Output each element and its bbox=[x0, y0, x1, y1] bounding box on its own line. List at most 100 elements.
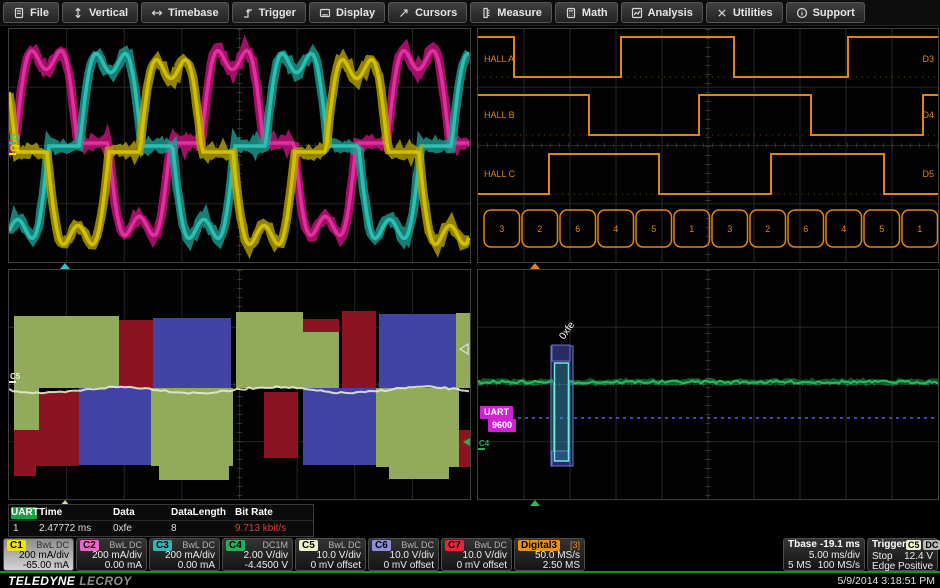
edge-label-c1: C1 bbox=[10, 144, 21, 153]
menu-analysis-button[interactable]: Analysis bbox=[621, 2, 703, 23]
menu-math-button[interactable]: Math bbox=[555, 2, 618, 23]
label-hall-c: HALL C bbox=[484, 169, 516, 179]
bus-value: 6 bbox=[575, 224, 580, 234]
cursors-icon bbox=[398, 7, 410, 19]
trigger-marker-top-left[interactable] bbox=[60, 263, 70, 269]
menu-cursors-button[interactable]: Cursors bbox=[388, 2, 467, 23]
uart-table-header: UART Time Data DataLength Bit Rate bbox=[9, 505, 313, 521]
trigger-marker-bottom-right[interactable] bbox=[530, 500, 540, 506]
menu-support-button[interactable]: Support bbox=[786, 2, 865, 23]
row-index: 1 bbox=[9, 523, 39, 534]
menu-utilities-button[interactable]: Utilities bbox=[706, 2, 783, 23]
trigger-coupling-badge: DC bbox=[923, 540, 940, 550]
pwm-block-g bbox=[159, 466, 229, 480]
channel-descriptor-c4[interactable]: C4DC1M2.00 V/div-4.4500 V bbox=[222, 538, 293, 571]
col-datalength: DataLength bbox=[171, 507, 235, 518]
channel-offset: 0 mV offset bbox=[372, 561, 434, 571]
row-bitrate: 9.713 kbit/s bbox=[235, 523, 313, 534]
bus-value: 1 bbox=[917, 224, 922, 234]
channel-descriptor-c7[interactable]: C7BwL DC10.0 V/div0 mV offset bbox=[441, 538, 512, 571]
pwm-block-b bbox=[303, 388, 376, 465]
uart-decode-table[interactable]: UART Time Data DataLength Bit Rate 1 2.4… bbox=[8, 504, 314, 537]
channel-offset: 0 mV offset bbox=[299, 561, 361, 571]
analog-currents-canvas: C3C1 bbox=[9, 29, 470, 262]
menu-bar: File Vertical TimebaseTrigger Display Cursor… bbox=[0, 0, 940, 26]
channel-offset: -65.00 mA bbox=[7, 561, 69, 571]
menu-label: File bbox=[30, 7, 49, 19]
label-hall-b: HALL B bbox=[484, 110, 515, 120]
bus-value: 4 bbox=[613, 224, 618, 234]
datetime-display: 5/9/2014 3:18:51 PM bbox=[838, 575, 936, 587]
trigger-icon bbox=[242, 7, 254, 19]
pwm-block-g bbox=[389, 467, 449, 479]
bus-value: 5 bbox=[651, 224, 656, 234]
grid-pwm-voltages[interactable]: C5 bbox=[8, 269, 471, 500]
utilities-icon bbox=[716, 7, 728, 19]
channel-offset: -4.4500 V bbox=[226, 561, 288, 571]
grid-uart-line[interactable]: 0xfe C4 UART 9600 bbox=[477, 269, 939, 500]
file-icon bbox=[13, 7, 25, 19]
channel-chip: C4 bbox=[226, 540, 245, 551]
menu-measure-button[interactable]: Measure bbox=[470, 2, 552, 23]
channel-descriptor-c3[interactable]: C3BwL DC200 mA/div0.00 mA bbox=[149, 538, 220, 571]
channel-descriptor-c2[interactable]: C2BwL DC200 mA/div0.00 mA bbox=[76, 538, 147, 571]
menu-trigger-button[interactable]: Trigger bbox=[232, 2, 306, 23]
pwm-block-g bbox=[14, 316, 119, 388]
label-hall-a: HALL A bbox=[484, 54, 514, 64]
pwm-block-g bbox=[376, 388, 459, 467]
footer-bar: TELEDYNELECROY 5/9/2014 3:18:51 PM bbox=[0, 573, 940, 588]
channel-offset: 2.50 MS bbox=[518, 561, 580, 571]
trigger-source-badge: C5 bbox=[906, 540, 922, 550]
bus-value: 1 bbox=[689, 224, 694, 234]
menu-file-button[interactable]: File bbox=[3, 2, 59, 23]
decode-value-label: 0xfe bbox=[557, 320, 577, 342]
pwm-voltages-canvas: C5 bbox=[9, 270, 470, 499]
pwm-block-r bbox=[36, 392, 79, 466]
edge-label-c4: C4 bbox=[479, 439, 490, 448]
analysis-icon bbox=[631, 7, 643, 19]
grid-analog-currents[interactable]: C3C1 bbox=[8, 28, 471, 263]
grid-hall-digital[interactable]: HALL AD3HALL BD4HALL CD5326451326451 bbox=[477, 28, 939, 263]
trigger-marker-top-right[interactable] bbox=[530, 263, 540, 269]
pwm-block-r bbox=[303, 319, 339, 332]
menu-label: Support bbox=[813, 7, 855, 19]
channel-offset: 0.00 mA bbox=[80, 561, 142, 571]
col-bitrate: Bit Rate bbox=[235, 507, 313, 518]
uart-table-row[interactable]: 1 2.47772 ms 0xfe 8 9.713 kbit/s bbox=[9, 521, 313, 536]
pwm-block-b bbox=[153, 318, 231, 388]
edge-label-c3: C3 bbox=[10, 133, 21, 142]
menu-label: Display bbox=[336, 7, 375, 19]
uart-baudrate-badge[interactable]: 9600 bbox=[488, 419, 516, 432]
row-length: 8 bbox=[171, 523, 235, 534]
menu-display-button[interactable]: Display bbox=[309, 2, 385, 23]
menu-label: Math bbox=[582, 7, 608, 19]
channel-descriptor-c1[interactable]: C1BwL DC200 mA/div-65.00 mA bbox=[3, 538, 74, 571]
uart-protocol-badge[interactable]: UART bbox=[480, 406, 513, 419]
channel-descriptor-bar: C1BwL DC200 mA/div-65.00 mAC2BwL DC200 m… bbox=[3, 538, 585, 572]
channel-descriptor-c5[interactable]: C5BwL DC10.0 V/div0 mV offset bbox=[295, 538, 366, 571]
bus-value: 2 bbox=[765, 224, 770, 234]
timebase-icon bbox=[151, 7, 163, 19]
tbase-delay: -19.1 ms bbox=[820, 540, 860, 551]
label-d5: D5 bbox=[922, 169, 934, 179]
oscilloscope-app: FileVerticalTimebaseTriggerDisplayCursor… bbox=[0, 0, 940, 588]
menu-label: Measure bbox=[497, 7, 542, 19]
bus-value: 2 bbox=[537, 224, 542, 234]
timebase-descriptor[interactable]: Tbase -19.1 ms 5.00 ms/div 5 MS 100 MS/s bbox=[783, 538, 865, 571]
menu-vertical-button[interactable]: Vertical bbox=[62, 2, 138, 23]
pwm-block-g bbox=[236, 312, 303, 388]
teledyne-lecroy-logo: TELEDYNELECROY bbox=[8, 574, 132, 588]
support-icon bbox=[796, 7, 808, 19]
pwm-block-g bbox=[14, 388, 39, 430]
trigger-descriptor[interactable]: Trigger C5DC Stop 12.4 V Edge Positive bbox=[867, 538, 938, 571]
col-data: Data bbox=[113, 507, 171, 518]
bus-value: 6 bbox=[803, 224, 808, 234]
channel-descriptor-c6[interactable]: C6BwL DC10.0 V/div0 mV offset bbox=[368, 538, 439, 571]
pwm-block-b bbox=[379, 314, 456, 388]
menu-timebase-button[interactable]: Timebase bbox=[141, 2, 229, 23]
menu-label: Cursors bbox=[415, 7, 457, 19]
row-data: 0xfe bbox=[113, 523, 171, 534]
trigger-label: Trigger bbox=[872, 540, 906, 552]
channel-descriptor-digital3[interactable]: Digital3[3]50.0 MS/s2.50 MS bbox=[514, 538, 585, 571]
menu-label: Vertical bbox=[89, 7, 128, 19]
